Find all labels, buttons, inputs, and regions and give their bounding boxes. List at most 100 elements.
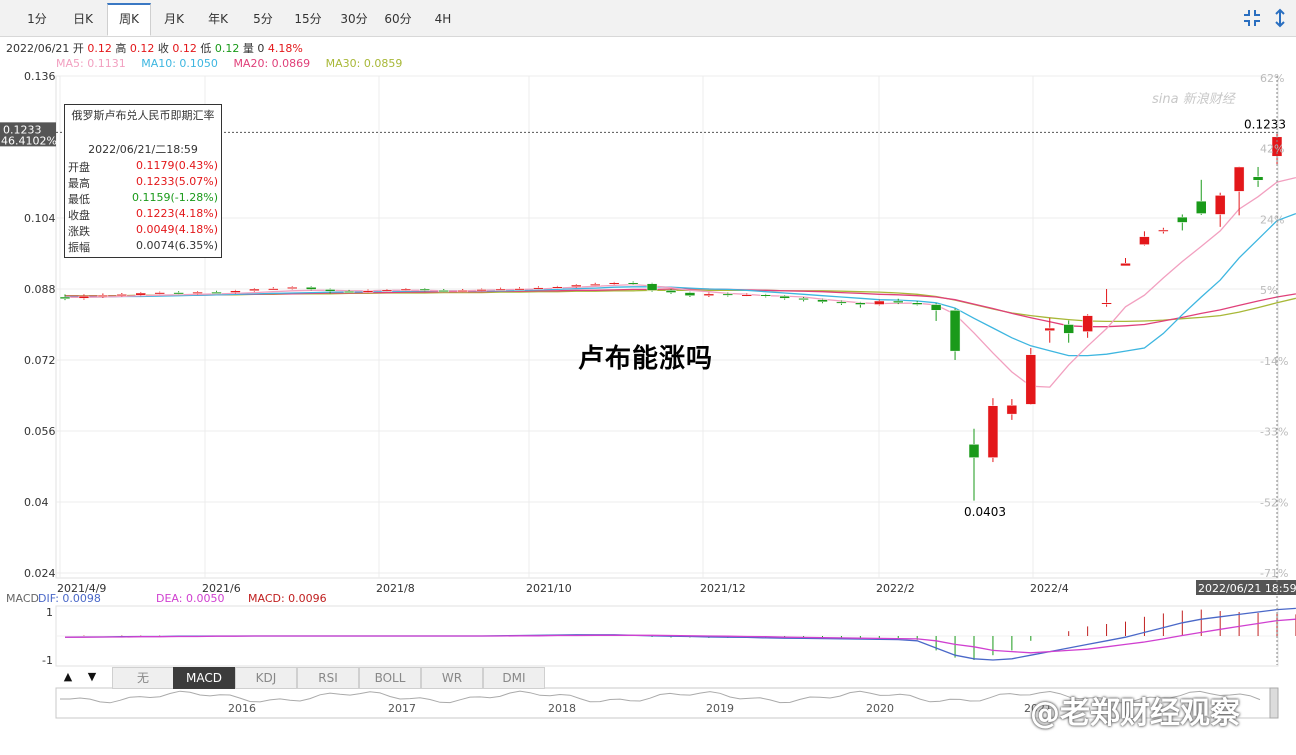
candle-body <box>533 287 544 290</box>
tooltip-key: 开盘 <box>68 161 90 174</box>
y-tick-label: 0.072 <box>24 354 56 367</box>
candle <box>627 281 639 286</box>
y-tick-label: 0.024 <box>24 567 56 580</box>
tooltip-key: 涨跌 <box>68 225 90 238</box>
candle-body <box>78 295 90 299</box>
tooltip-row: 开盘 0.1179(0.43%) <box>68 159 218 175</box>
candle <box>1177 214 1188 231</box>
candle <box>362 289 374 293</box>
candle <box>552 285 563 289</box>
indicator-tab-wr[interactable]: WR <box>421 667 483 689</box>
candle-body <box>1214 195 1226 215</box>
candle <box>1196 179 1207 215</box>
candle-body <box>1158 229 1169 232</box>
candle-body <box>381 289 393 292</box>
pct-tick-label: 42% <box>1260 143 1284 156</box>
candle-body <box>1101 302 1112 305</box>
candle-body <box>741 294 752 297</box>
candle <box>1101 289 1112 307</box>
tooltip-key: 振幅 <box>68 241 90 254</box>
candle-body <box>419 288 431 291</box>
candle-body <box>893 300 904 304</box>
candle-body <box>1252 176 1264 181</box>
x-tick-label: 2021/8 <box>376 582 415 595</box>
tooltip-key: 收盘 <box>68 209 90 222</box>
candle-body <box>59 296 71 300</box>
candle-body <box>722 293 734 296</box>
ma10-line <box>65 212 1296 357</box>
candle-body <box>552 286 563 289</box>
candle-body <box>930 304 942 311</box>
candle <box>211 290 222 294</box>
candle <box>855 301 866 308</box>
candle-body <box>1233 166 1245 192</box>
candle-body <box>987 405 999 458</box>
y-tick-label: 0.056 <box>24 425 56 438</box>
indicator-tab-kdj[interactable]: KDJ <box>235 667 297 689</box>
tooltip-key: 最低 <box>68 193 90 206</box>
overlay-title: 卢布能涨吗 <box>578 344 714 374</box>
tooltip-row: 最高 0.1233(5.07%) <box>68 175 218 191</box>
macd-axis-label: 1 <box>46 606 53 619</box>
candle <box>1120 257 1131 267</box>
candle-body <box>268 288 279 291</box>
candle <box>968 428 980 501</box>
candle-body <box>1196 200 1207 214</box>
candle-body <box>324 289 336 292</box>
y-tick-label: 0.104 <box>24 212 56 225</box>
candle <box>495 287 506 291</box>
candle <box>1082 314 1093 338</box>
candle <box>1233 166 1245 216</box>
min-price-label: 0.0403 <box>964 505 1006 519</box>
candle-body <box>192 291 203 294</box>
candle-body <box>476 289 487 292</box>
x-tick-label: 2022/2 <box>876 582 915 595</box>
candle-body <box>343 290 355 293</box>
indicator-down-button[interactable]: ▼ <box>82 667 102 687</box>
x-tick-label: 2021/6 <box>202 582 241 595</box>
candle <box>268 287 279 291</box>
candle <box>514 287 525 291</box>
indicator-tab-boll[interactable]: BOLL <box>359 667 421 689</box>
tooltip-value: 0.1179(0.43%) <box>135 159 218 172</box>
candle-body <box>514 288 525 291</box>
x-tick-label: 2021/4/9 <box>57 582 106 595</box>
time-box-label: 2022/06/21 18:59 <box>1198 582 1296 595</box>
candle <box>533 286 544 290</box>
candle-body <box>968 444 980 458</box>
navigator-year-label: 2017 <box>388 702 416 715</box>
y-tick-label: 0.136 <box>24 70 56 83</box>
indicator-tab-rsi[interactable]: RSI <box>297 667 359 689</box>
candle-body <box>400 288 412 291</box>
ma30-line <box>65 289 1296 323</box>
candle <box>949 308 961 360</box>
candle-body <box>760 294 771 297</box>
indicator-tab-macd[interactable]: MACD <box>173 667 235 689</box>
candle <box>703 292 715 297</box>
candle-body <box>684 292 696 296</box>
x-tick-label: 2021/12 <box>700 582 746 595</box>
candle-body <box>855 302 866 305</box>
candle-body <box>362 290 374 293</box>
y-tick-label: 0.04 <box>24 496 49 509</box>
candle <box>590 282 601 286</box>
candle-body <box>305 286 317 290</box>
candle-body <box>230 290 241 293</box>
macd-legend-name: MACD <box>6 592 39 605</box>
y-tick-label: 0.088 <box>24 283 56 296</box>
candle-body <box>571 284 582 288</box>
indicator-up-button[interactable]: ▲ <box>58 667 78 687</box>
candle-body <box>911 302 923 305</box>
x-tick-label: 2021/10 <box>526 582 572 595</box>
tooltip-value: 0.0049(4.18%) <box>135 223 218 236</box>
price-box-pct: 46.4102% <box>1 134 57 147</box>
candle-body <box>836 301 847 304</box>
pct-tick-label: -33% <box>1260 426 1288 439</box>
indicator-tab-none[interactable]: 无 <box>112 667 174 689</box>
indicator-tab-dmi[interactable]: DMI <box>483 667 545 689</box>
candle-body <box>1063 324 1074 334</box>
candle-body <box>457 290 468 293</box>
pct-tick-label: -14% <box>1260 355 1288 368</box>
candle <box>779 295 790 300</box>
candle-body <box>116 294 128 297</box>
